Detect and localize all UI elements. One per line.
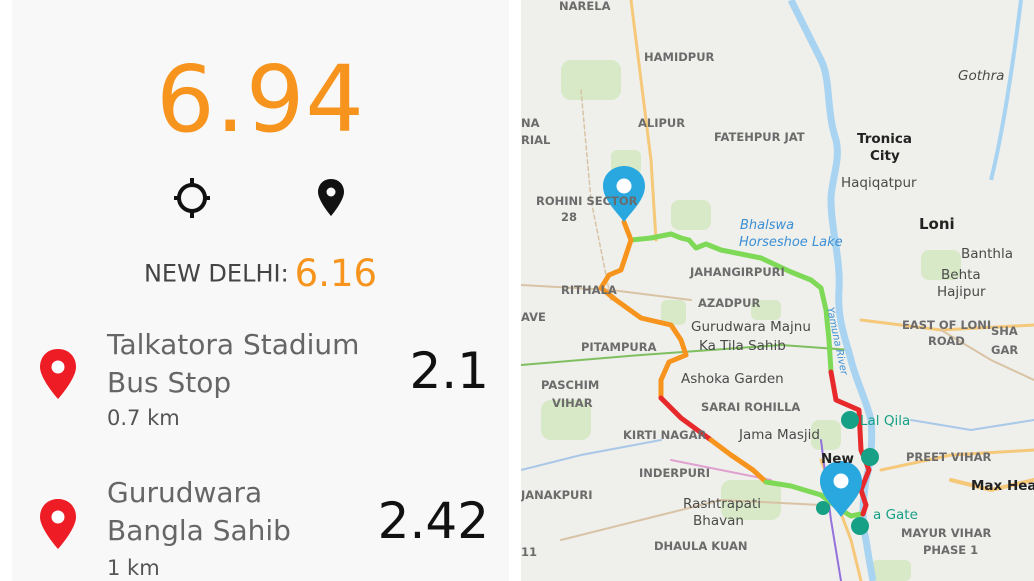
svg-text:Bhavan: Bhavan [693,513,744,529]
svg-text:Bhalswa: Bhalswa [740,218,794,233]
svg-text:GAR: GAR [991,343,1018,357]
svg-text:AZADPUR: AZADPUR [698,296,760,310]
svg-text:MAYUR VIHAR: MAYUR VIHAR [901,526,991,540]
svg-text:Gurudwara Majnu: Gurudwara Majnu [691,319,811,335]
svg-text:ROHINI SECTOR: ROHINI SECTOR [536,194,638,208]
svg-text:SHA: SHA [991,324,1018,338]
svg-text:Tronica: Tronica [857,131,912,147]
map-pin-icon [38,348,78,404]
station-item[interactable]: Gurudwara Bangla Sahib 1 km 2.42 [12,472,509,581]
aqi-panel: 6.94 NEW DELHI: 6.16 Talkatora Stadium B… [12,0,509,581]
svg-text:Lal Qila: Lal Qila [860,413,910,429]
svg-text:PREET VIHAR: PREET VIHAR [906,450,992,464]
station-aqi-value: 2.42 [377,492,489,550]
svg-text:PITAMPURA: PITAMPURA [581,340,657,354]
crosshair-icon[interactable] [174,178,210,224]
svg-text:Loni: Loni [919,215,955,233]
svg-text:FATEHPUR JAT: FATEHPUR JAT [714,130,805,144]
svg-text:ALIPUR: ALIPUR [638,116,685,130]
svg-text:Hajipur: Hajipur [937,284,986,300]
city-summary: NEW DELHI: 6.16 [12,252,509,295]
svg-text:Max Hea: Max Hea [971,478,1034,494]
svg-text:Behta: Behta [941,267,981,283]
svg-text:28: 28 [561,210,577,224]
svg-text:a Gate: a Gate [873,507,918,523]
current-aqi-value: 6.94 [156,46,365,153]
svg-text:Haqiqatpur: Haqiqatpur [841,175,917,191]
svg-text:New: New [821,451,854,467]
svg-text:NA: NA [521,116,540,130]
svg-text:RITHALA: RITHALA [561,283,617,297]
route-map[interactable]: NARELA HAMIDPUR ALIPUR FATEHPUR JAT NA R… [521,0,1034,581]
svg-text:RIAL: RIAL [521,133,551,147]
city-value: 6.16 [294,252,378,295]
location-pin-icon[interactable] [316,178,346,222]
svg-text:Horseshoe Lake: Horseshoe Lake [739,235,843,250]
svg-text:PASCHIM: PASCHIM [541,378,599,392]
svg-text:JAHANGIRPURI: JAHANGIRPURI [689,265,785,279]
svg-text:EAST OF LONI: EAST OF LONI [902,318,991,332]
svg-text:Banthla: Banthla [961,246,1013,262]
svg-text:SARAI ROHILLA: SARAI ROHILLA [701,400,800,414]
svg-text:Rashtrapati: Rashtrapati [683,496,761,512]
svg-text:PHASE 1: PHASE 1 [923,543,978,557]
svg-text:Jama Masjid: Jama Masjid [738,427,820,443]
station-name: Talkatora Stadium Bus Stop [107,328,360,399]
station-distance: 1 km [107,556,160,580]
svg-text:HAMIDPUR: HAMIDPUR [644,50,715,64]
station-item[interactable]: Talkatora Stadium Bus Stop 0.7 km 2.1 [12,322,509,442]
svg-text:DHAULA KUAN: DHAULA KUAN [654,539,748,553]
svg-text:NARELA: NARELA [559,0,611,13]
svg-text:Gothra: Gothra [958,68,1004,84]
station-distance: 0.7 km [107,406,180,430]
svg-text:11: 11 [521,545,537,559]
city-label: NEW DELHI: [143,259,289,288]
svg-text:ROAD: ROAD [928,334,965,348]
svg-text:VIHAR: VIHAR [552,396,593,410]
svg-text:JANAKPURI: JANAKPURI [521,488,593,502]
svg-text:INDERPURI: INDERPURI [639,466,710,480]
station-name: Gurudwara Bangla Sahib [107,476,291,547]
map-pin-icon [38,498,78,554]
station-aqi-value: 2.1 [409,342,489,400]
svg-text:Ashoka Garden: Ashoka Garden [681,371,784,387]
svg-text:City: City [870,148,900,164]
svg-text:Ka Tila Sahib: Ka Tila Sahib [699,338,786,354]
svg-text:AVE: AVE [521,310,546,324]
svg-text:KIRTI NAGAR: KIRTI NAGAR [623,428,707,442]
